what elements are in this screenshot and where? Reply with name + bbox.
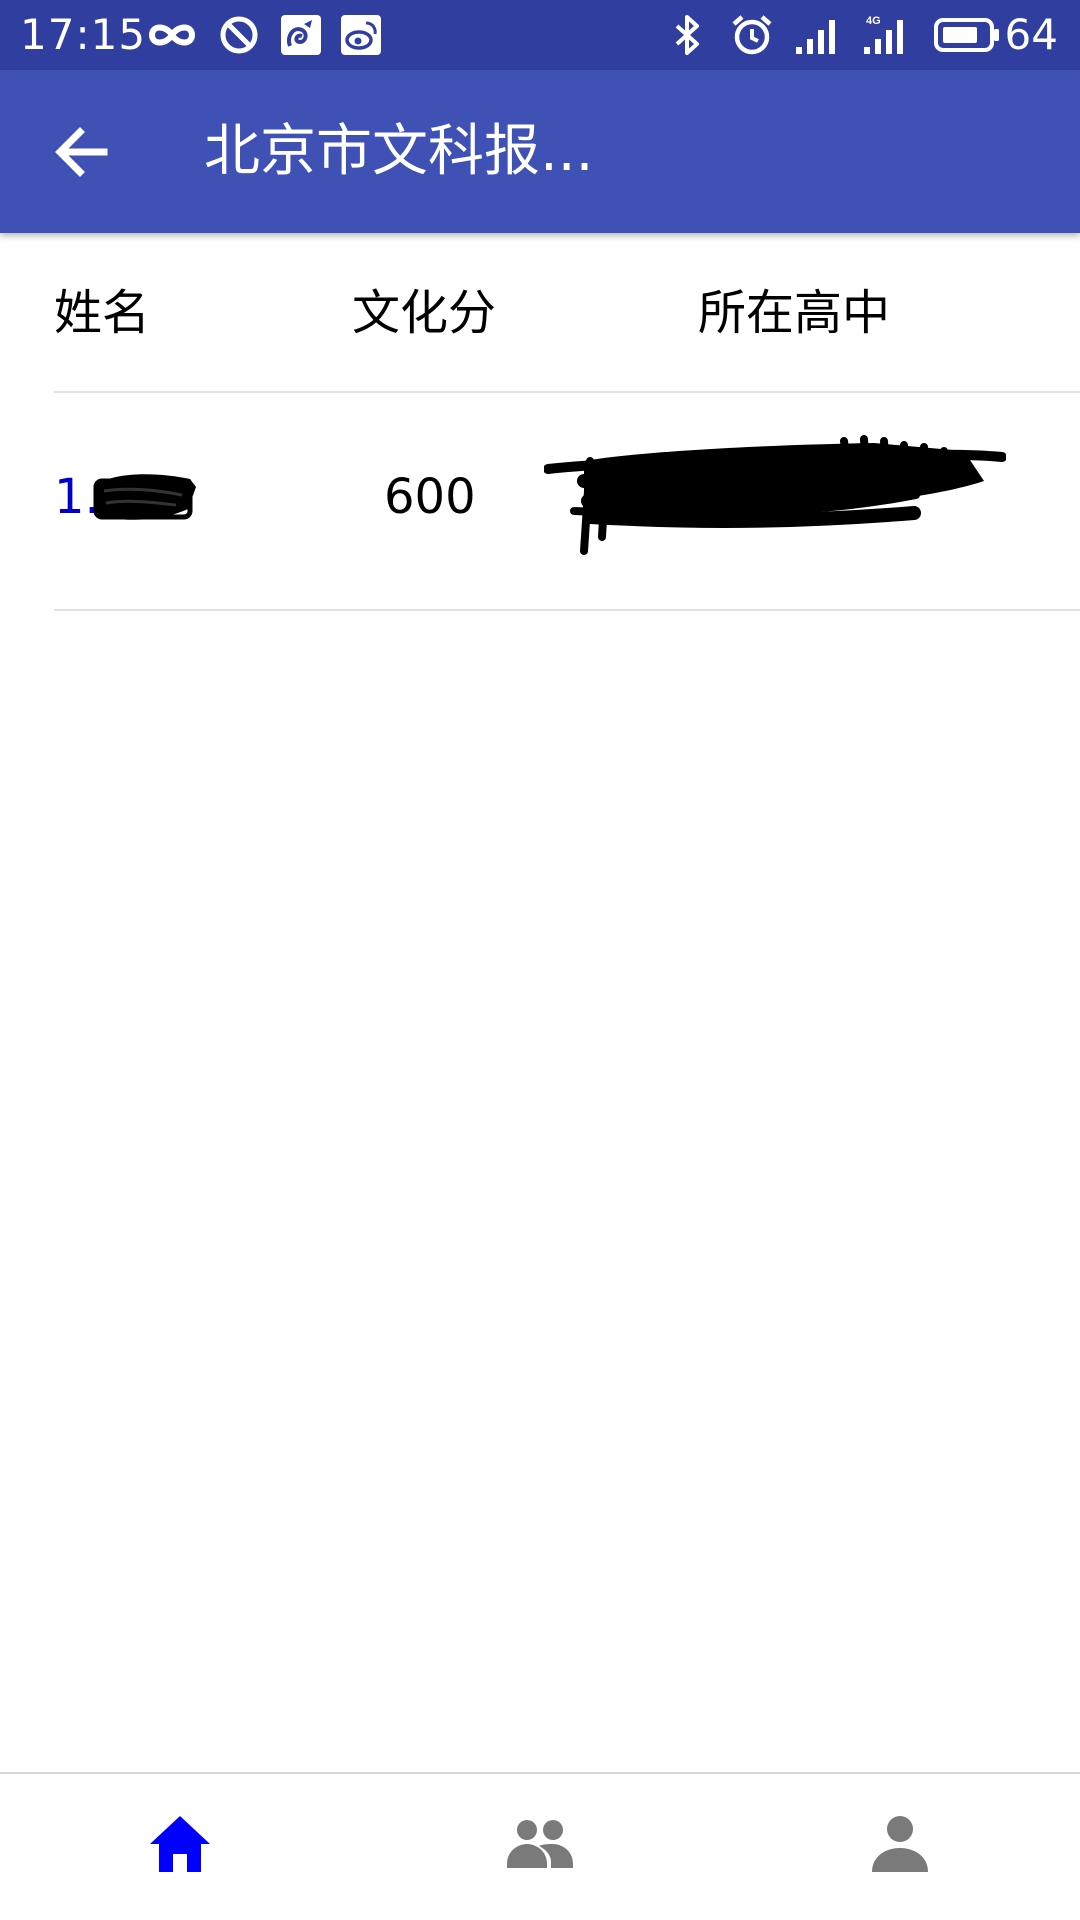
signal-4g-icon: 4G [862, 14, 914, 56]
row-score: 600 [384, 469, 476, 525]
battery-percent: 64 [1004, 10, 1058, 59]
nav-group[interactable] [360, 1774, 720, 1920]
column-header-school: 所在高中 [698, 285, 891, 341]
back-button[interactable] [40, 110, 124, 194]
nav-home[interactable] [0, 1774, 360, 1920]
bluetooth-icon [672, 14, 704, 56]
home-icon [150, 1816, 210, 1872]
status-time: 17:15 [20, 10, 147, 59]
signal-icon [794, 14, 842, 56]
person-icon [872, 1816, 928, 1872]
network-label: 4G [866, 15, 881, 27]
row-divider [54, 609, 1080, 611]
group-icon [507, 1820, 573, 1868]
screen: 17:15 4G 64 北京市文科报... 姓名 文化分 所在高中 1. 600 [0, 0, 1080, 1920]
arrow-back-icon [55, 127, 108, 177]
app-bar: 北京市文科报... [0, 70, 1080, 233]
column-header-name: 姓名 [54, 285, 151, 341]
infinity-icon [146, 14, 198, 56]
block-icon [218, 14, 260, 56]
nav-profile[interactable] [720, 1774, 1080, 1920]
status-bar: 17:15 4G 64 [0, 0, 1080, 70]
page-title: 北京市文科报... [204, 119, 594, 184]
school-redaction [543, 421, 1007, 561]
column-header-score: 文化分 [352, 285, 497, 341]
weibo-icon [340, 14, 382, 56]
table-header: 姓名 文化分 所在高中 [0, 233, 1080, 393]
battery-icon [934, 17, 1000, 59]
table-row[interactable]: 1. 600 [0, 393, 1080, 609]
bottom-nav [0, 1772, 1080, 1920]
name-redaction [92, 469, 204, 527]
alarm-icon [730, 14, 774, 56]
uc-browser-icon [280, 14, 322, 56]
